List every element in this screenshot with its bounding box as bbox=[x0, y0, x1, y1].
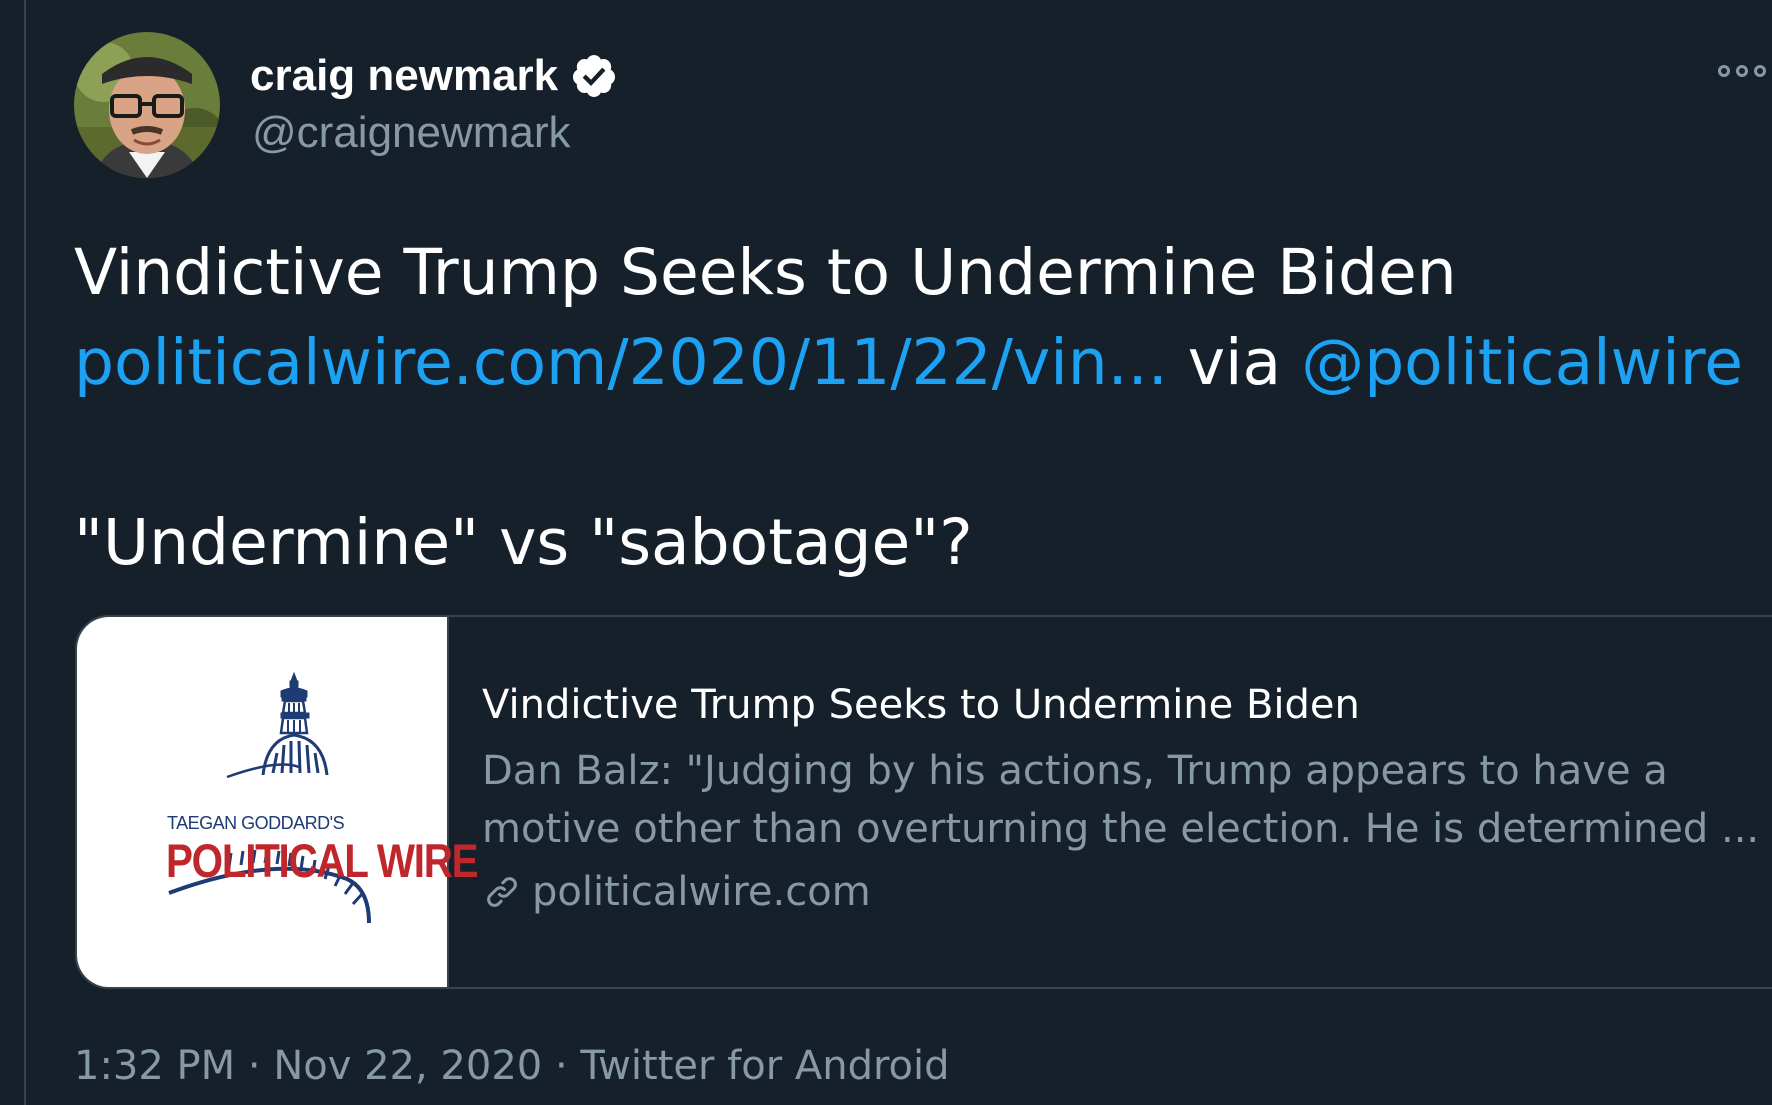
tweet: craig newmark @craignewmark Vindictive T… bbox=[0, 0, 1772, 1105]
card-text-block[interactable]: Vindictive Trump Seeks to Undermine Bide… bbox=[482, 680, 1772, 920]
capitol-dome-logo-icon bbox=[168, 671, 371, 924]
logo-main-text: POLITICAL WIRE bbox=[166, 834, 479, 887]
author-name-row[interactable]: craig newmark bbox=[250, 48, 618, 104]
card-title: Vindictive Trump Seeks to Undermine Bide… bbox=[482, 682, 1360, 728]
via-text: via bbox=[1167, 326, 1302, 399]
card-thumbnail: TAEGAN GODDARD'S POLITICAL WIRE bbox=[77, 617, 479, 987]
profile-photo-icon bbox=[74, 32, 220, 178]
tweet-text: Vindictive Trump Seeks to Undermine Bide… bbox=[74, 228, 1772, 588]
card-description-line-2: motive other than overturning the electi… bbox=[482, 806, 1760, 852]
card-description: Dan Balz: "Judging by his actions, Trump… bbox=[482, 742, 1772, 858]
mention-link[interactable]: @politicalwire bbox=[1301, 326, 1743, 399]
tweet-timestamp[interactable]: 1:32 PM · Nov 22, 2020 · Twitter for And… bbox=[74, 1036, 950, 1096]
card-domain-row: politicalwire.com bbox=[482, 864, 1772, 920]
tweet-line-2: politicalwire.com/2020/11/22/vin... via … bbox=[74, 318, 1772, 408]
link-icon bbox=[487, 877, 517, 907]
display-name[interactable]: craig newmark bbox=[250, 51, 558, 101]
more-options-icon[interactable] bbox=[1718, 58, 1772, 84]
logo-top-text: TAEGAN GODDARD'S bbox=[167, 813, 345, 833]
card-domain: politicalwire.com bbox=[532, 869, 871, 915]
verified-badge-icon bbox=[573, 55, 616, 97]
author-handle[interactable]: @craignewmark bbox=[252, 108, 571, 158]
tweet-line-1: Vindictive Trump Seeks to Undermine Bide… bbox=[74, 236, 1457, 309]
avatar[interactable] bbox=[74, 32, 220, 178]
article-link[interactable]: politicalwire.com/2020/11/22/vin... bbox=[74, 326, 1168, 399]
card-description-line-1: Dan Balz: "Judging by his actions, Trump… bbox=[482, 748, 1668, 794]
tweet-line-3: "Undermine" vs "sabotage"? bbox=[74, 506, 973, 579]
